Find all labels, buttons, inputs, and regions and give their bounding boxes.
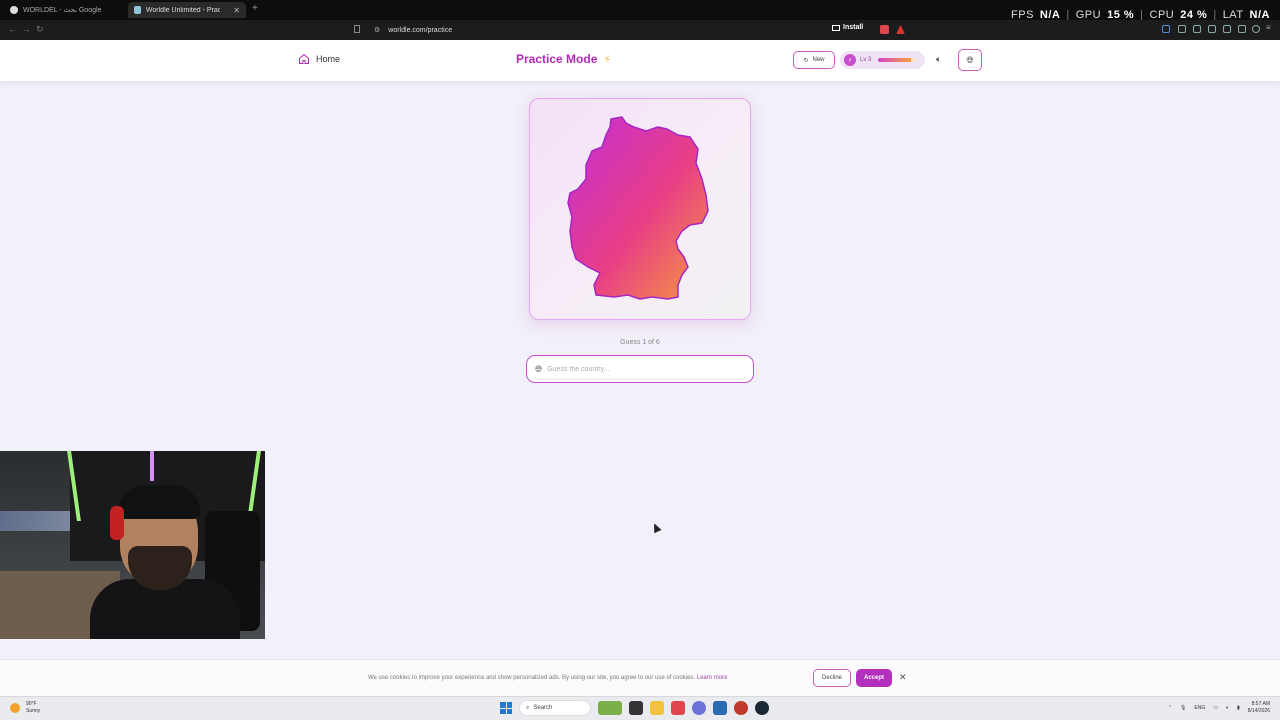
country-shape <box>567 116 709 300</box>
level-label: Lv 3 <box>860 57 872 63</box>
discord-icon[interactable] <box>692 701 706 715</box>
calculator-icon[interactable] <box>713 701 727 715</box>
search-icon: ⌕ <box>526 704 530 711</box>
battery-icon[interactable]: ▮ <box>1237 705 1240 711</box>
windows-start-icon[interactable] <box>500 702 512 714</box>
language-button[interactable]: 🌐︎ <box>958 49 982 71</box>
url-text: worldle.com/practice <box>388 26 453 34</box>
tab-worldle-practice[interactable]: Worldle Unlimited - Practice M ✕ <box>128 2 246 18</box>
language-indicator[interactable]: ENG <box>1194 705 1205 711</box>
guess-input[interactable] <box>547 365 738 373</box>
taskbar-widget-icon[interactable] <box>598 701 622 715</box>
sidebar-icon[interactable] <box>1208 25 1216 33</box>
globe-icon: 🌐︎ <box>966 54 974 65</box>
headset <box>110 506 124 540</box>
new-tab-plus-icon[interactable]: + <box>252 3 258 14</box>
home-link[interactable]: Home <box>298 53 340 65</box>
install-app-button[interactable]: Install <box>832 24 863 31</box>
tab-label: WORLDEL - بحث Google <box>23 7 102 14</box>
country-silhouette <box>567 116 709 300</box>
network-icon[interactable]: ▭ <box>1213 705 1218 711</box>
screenshot-icon[interactable] <box>1223 25 1231 33</box>
led-stripe <box>150 451 154 481</box>
app-header: Home Practice Mode ⚡ ↻ New ⚡ Lv 3 🔈︎ 🌐︎ <box>0 40 1280 81</box>
extension-icon[interactable] <box>1162 25 1170 33</box>
brave-browser-icon[interactable] <box>671 701 685 715</box>
clock-time: 8:57 AM <box>1251 701 1270 707</box>
taskbar-search[interactable]: ⌕ Search <box>519 700 591 716</box>
volume-icon[interactable]: 🔈︎ <box>1226 705 1229 711</box>
cookie-text: We use cookies to improve your experienc… <box>368 675 696 681</box>
system-clock[interactable]: 8:57 AM 8/14/2026 <box>1248 701 1270 715</box>
back-arrow-icon[interactable]: ← <box>8 24 17 34</box>
steam-icon[interactable] <box>755 701 769 715</box>
new-game-button[interactable]: ↻ New <box>793 51 835 69</box>
guess-counter: Guess 1 of 6 <box>620 339 660 346</box>
bookmark-icon[interactable] <box>354 25 360 33</box>
obs-icon[interactable] <box>734 701 748 715</box>
level-progress-bar <box>878 58 917 62</box>
tab-google-search[interactable]: WORLDEL - بحث Google <box>4 2 126 18</box>
extension-icon[interactable] <box>1178 25 1186 33</box>
home-icon <box>299 53 309 64</box>
menu-icon[interactable]: ≡ <box>1266 23 1274 32</box>
refresh-icon: ↻ <box>803 57 809 64</box>
guess-input-box[interactable]: 🌐︎ <box>526 355 754 383</box>
page-title-text: Practice Mode <box>516 52 598 66</box>
lightning-bolt-icon: ⚡ <box>603 53 612 66</box>
worldle-favicon-icon <box>134 6 141 14</box>
file-explorer-icon[interactable] <box>650 701 664 715</box>
task-view-icon[interactable] <box>629 701 643 715</box>
install-label: Install <box>843 24 864 31</box>
monitor-icon <box>832 24 840 31</box>
weather-desc: Sunny <box>26 708 41 714</box>
microphone-icon[interactable]: 🎙︎ <box>1180 705 1186 711</box>
decline-button[interactable]: Decline <box>813 669 851 687</box>
close-tab-icon[interactable]: ✕ <box>233 6 240 15</box>
cookie-message: We use cookies to improve your experienc… <box>368 675 727 681</box>
system-tray: ⌃ 🎙︎ ENG ▭ 🔈︎ ▮ 8:57 AM 8/14/2026 <box>1168 701 1270 715</box>
brave-shield-icon[interactable] <box>880 25 889 34</box>
sun-icon <box>10 703 20 713</box>
url-bar[interactable]: ⚙ worldle.com/practice <box>368 22 908 38</box>
learn-more-link[interactable]: Learn more <box>697 675 728 681</box>
windows-taskbar: 90°F Sunny ⌕ Search ⌃ 🎙︎ ENG ▭ 🔈︎ ▮ 8:57… <box>0 696 1280 720</box>
country-map-card <box>529 98 751 320</box>
globe-icon: 🌐︎ <box>535 363 543 374</box>
site-info-icon[interactable]: ⚙ <box>374 26 380 34</box>
tab-label: Worldle Unlimited - Practice M <box>145 6 221 14</box>
clock-date: 8/14/2026 <box>1247 708 1270 714</box>
vpn-icon[interactable] <box>1252 25 1260 33</box>
mouse-cursor-icon <box>650 521 662 534</box>
wallet-icon[interactable] <box>1238 25 1246 33</box>
sound-toggle-icon[interactable]: 🔈︎ <box>936 54 941 65</box>
weather-widget[interactable]: 90°F Sunny <box>10 701 40 715</box>
browser-tabbar: WORLDEL - بحث Google Worldle Unlimited -… <box>0 0 1280 21</box>
accept-button[interactable]: Accept <box>856 669 892 687</box>
page-title: Practice Mode ⚡ <box>516 52 611 66</box>
google-favicon-icon <box>10 6 18 14</box>
browser-addressbar: ← → ↻ ⚙ worldle.com/practice Install ≡ <box>0 20 1280 40</box>
weather-temp: 90°F <box>26 701 37 707</box>
webcam-overlay <box>0 451 265 639</box>
home-label: Home <box>316 54 341 64</box>
chevron-up-icon[interactable]: ⌃ <box>1168 705 1172 711</box>
level-indicator[interactable]: ⚡ Lv 3 <box>840 51 925 69</box>
close-icon[interactable]: ✕ <box>899 672 907 683</box>
level-progress-fill <box>878 58 911 62</box>
level-badge-icon: ⚡ <box>844 54 856 66</box>
webcam-person-hair <box>118 485 200 519</box>
search-label: Search <box>533 705 553 711</box>
reload-icon[interactable]: ↻ <box>36 24 44 35</box>
forward-arrow-icon[interactable]: → <box>22 24 31 34</box>
cookie-consent-bar: We use cookies to improve your experienc… <box>0 659 1280 696</box>
extension-icon[interactable] <box>1193 25 1201 33</box>
new-label: New <box>812 57 825 63</box>
